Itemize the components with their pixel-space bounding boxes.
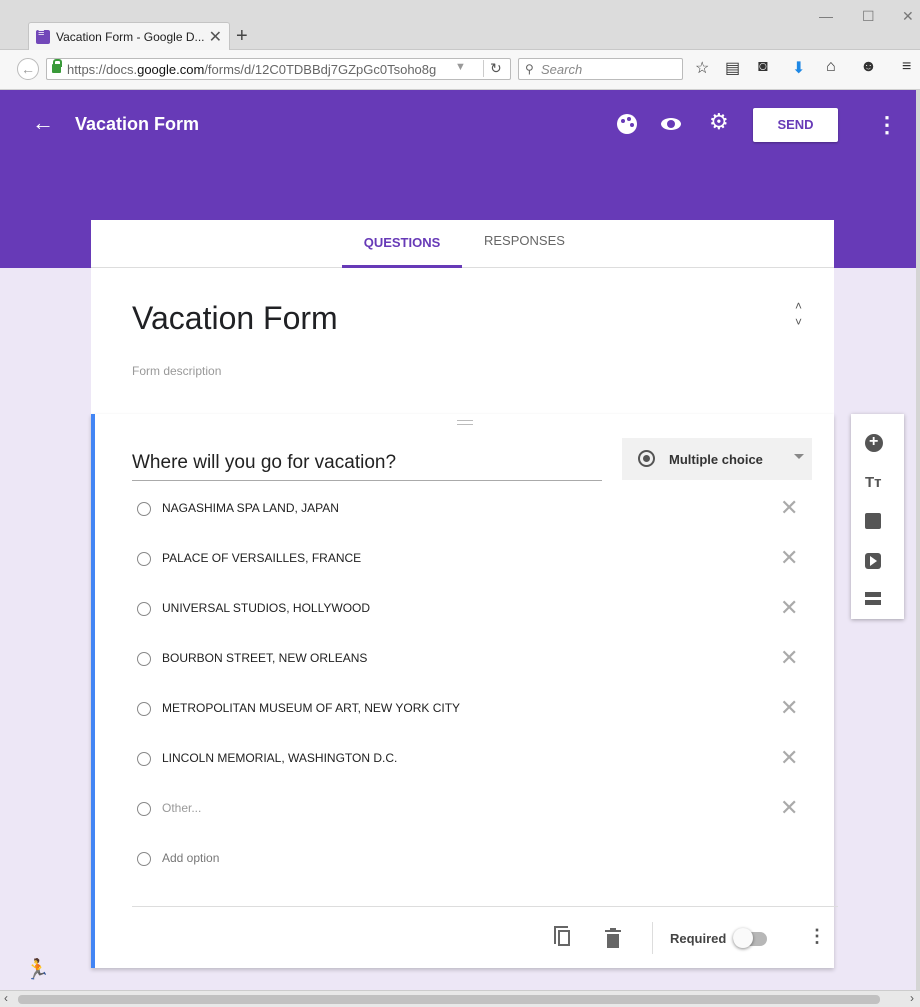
add-question-icon[interactable]: [865, 433, 883, 452]
remove-option-icon[interactable]: ✕: [780, 545, 798, 571]
browser-tab[interactable]: Vacation Form - Google D... ✕: [28, 22, 230, 50]
scroll-thumb[interactable]: [18, 995, 880, 1004]
window-close-icon[interactable]: ✕: [902, 8, 914, 25]
floating-toolbar: Tт: [851, 414, 904, 619]
vertical-divider: [652, 922, 653, 954]
scroll-left-icon[interactable]: ‹: [4, 991, 8, 1005]
search-placeholder: Search: [541, 62, 583, 77]
tab-questions[interactable]: QUESTIONS: [342, 235, 462, 268]
required-label: Required: [670, 931, 727, 946]
add-option-label[interactable]: Add option: [162, 851, 219, 865]
reading-list-icon[interactable]: ▤: [725, 58, 740, 78]
search-bar[interactable]: ⚲ Search: [518, 58, 683, 80]
option-radio-icon: [137, 652, 151, 666]
question-card[interactable]: Where will you go for vacation? Multiple…: [91, 414, 838, 968]
vertical-scrollbar[interactable]: [916, 90, 920, 990]
remove-option-icon[interactable]: ✕: [780, 645, 798, 671]
lock-icon: [52, 59, 62, 73]
emoji-icon[interactable]: ☻: [860, 58, 877, 76]
option-radio-icon: [137, 552, 151, 566]
option-label[interactable]: METROPOLITAN MUSEUM OF ART, NEW YORK CIT…: [162, 701, 460, 715]
add-section-icon[interactable]: [865, 592, 881, 605]
add-option[interactable]: Add option: [132, 844, 812, 874]
more-vert-icon[interactable]: ⋮: [876, 112, 898, 138]
horizontal-scrollbar[interactable]: ‹ ›: [0, 990, 920, 1007]
option-item[interactable]: NAGASHIMA SPA LAND, JAPAN ✕: [132, 494, 812, 524]
option-radio-icon: [137, 602, 151, 616]
add-title-icon[interactable]: Tт: [865, 474, 883, 492]
form-title-card: Vacation Form Form description ˄ ˅: [91, 268, 834, 414]
reorder-arrows-icon[interactable]: ˄ ˅: [795, 298, 802, 330]
forms-favicon-icon: [36, 27, 50, 44]
option-other[interactable]: Other... ✕: [132, 794, 812, 824]
tab-close-icon[interactable]: ✕: [209, 27, 222, 47]
option-radio-icon: [137, 802, 151, 816]
back-arrow-icon[interactable]: ←: [32, 110, 54, 136]
option-radio-icon: [137, 852, 151, 866]
option-label[interactable]: UNIVERSAL STUDIOS, HOLLYWOOD: [162, 601, 370, 615]
question-type-select[interactable]: Multiple choice: [622, 438, 812, 480]
required-toggle[interactable]: [733, 928, 767, 948]
add-image-icon[interactable]: [865, 513, 881, 529]
form-description-field[interactable]: Form description: [132, 364, 221, 378]
reload-icon[interactable]: ↻: [483, 60, 502, 77]
option-label[interactable]: PALACE OF VERSAILLES, FRANCE: [162, 551, 361, 565]
url-dropdown-icon[interactable]: ▼: [455, 61, 466, 73]
pocket-icon[interactable]: ◙: [758, 58, 768, 76]
send-button[interactable]: SEND: [753, 108, 838, 142]
remove-option-icon[interactable]: ✕: [780, 595, 798, 621]
remove-option-icon[interactable]: ✕: [780, 745, 798, 771]
minimize-icon[interactable]: —: [819, 8, 833, 24]
new-tab-button[interactable]: +: [236, 25, 248, 48]
accessibility-runner-icon[interactable]: 🏃: [25, 957, 50, 982]
drag-handle-icon[interactable]: [457, 420, 473, 425]
footer-divider: [132, 906, 838, 907]
remove-option-icon[interactable]: ✕: [780, 695, 798, 721]
maximize-icon[interactable]: ☐: [862, 8, 875, 25]
tab-title: Vacation Form - Google D...: [56, 30, 205, 44]
form-title[interactable]: Vacation Form: [132, 300, 338, 337]
remove-option-icon[interactable]: ✕: [780, 495, 798, 521]
scroll-right-icon[interactable]: ›: [910, 991, 914, 1005]
browser-navbar: ← https://docs.google.com/forms/d/12C0TD…: [0, 50, 920, 90]
url-bar[interactable]: https://docs.google.com/forms/d/12C0TDBB…: [46, 58, 511, 80]
option-radio-icon: [137, 702, 151, 716]
bookmark-star-icon[interactable]: ☆: [695, 58, 709, 78]
tab-responses[interactable]: RESPONSES: [484, 233, 565, 248]
option-item[interactable]: LINCOLN MEMORIAL, WASHINGTON D.C. ✕: [132, 744, 812, 774]
option-item[interactable]: BOURBON STREET, NEW ORLEANS ✕: [132, 644, 812, 674]
gear-icon[interactable]: ⚙: [709, 111, 729, 133]
option-label[interactable]: BOURBON STREET, NEW ORLEANS: [162, 651, 367, 665]
option-radio-icon: [137, 752, 151, 766]
question-type-label: Multiple choice: [669, 452, 763, 467]
delete-icon[interactable]: [605, 928, 621, 948]
remove-option-icon[interactable]: ✕: [780, 795, 798, 821]
option-radio-icon: [137, 502, 151, 516]
radio-button-icon: [638, 450, 655, 467]
home-icon[interactable]: ⌂: [826, 58, 836, 76]
add-video-icon[interactable]: [865, 553, 881, 569]
preview-eye-icon[interactable]: [661, 118, 681, 130]
download-icon[interactable]: ⬇: [792, 58, 805, 78]
duplicate-icon[interactable]: [554, 926, 570, 946]
question-more-icon[interactable]: ⋮: [808, 926, 826, 947]
app-title: Vacation Form: [75, 114, 200, 134]
browser-back-icon[interactable]: ←: [17, 58, 39, 80]
option-item[interactable]: METROPOLITAN MUSEUM OF ART, NEW YORK CIT…: [132, 694, 812, 724]
option-label[interactable]: NAGASHIMA SPA LAND, JAPAN: [162, 501, 339, 515]
url-text[interactable]: https://docs.google.com/forms/d/12C0TDBB…: [67, 62, 447, 77]
toggle-knob: [733, 928, 753, 948]
menu-icon[interactable]: ≡: [902, 58, 911, 76]
tabs-bar: QUESTIONS RESPONSES: [91, 220, 834, 268]
window-titlebar: Vacation Form - Google D... ✕ + — ☐ ✕: [0, 0, 920, 50]
dropdown-arrow-icon: [794, 454, 804, 459]
palette-icon[interactable]: [617, 114, 637, 134]
search-icon: ⚲: [525, 62, 534, 76]
question-title-input[interactable]: Where will you go for vacation?: [132, 452, 602, 481]
other-option-label[interactable]: Other...: [162, 801, 201, 815]
option-item[interactable]: UNIVERSAL STUDIOS, HOLLYWOOD ✕: [132, 594, 812, 624]
option-label[interactable]: LINCOLN MEMORIAL, WASHINGTON D.C.: [162, 751, 397, 765]
option-item[interactable]: PALACE OF VERSAILLES, FRANCE ✕: [132, 544, 812, 574]
